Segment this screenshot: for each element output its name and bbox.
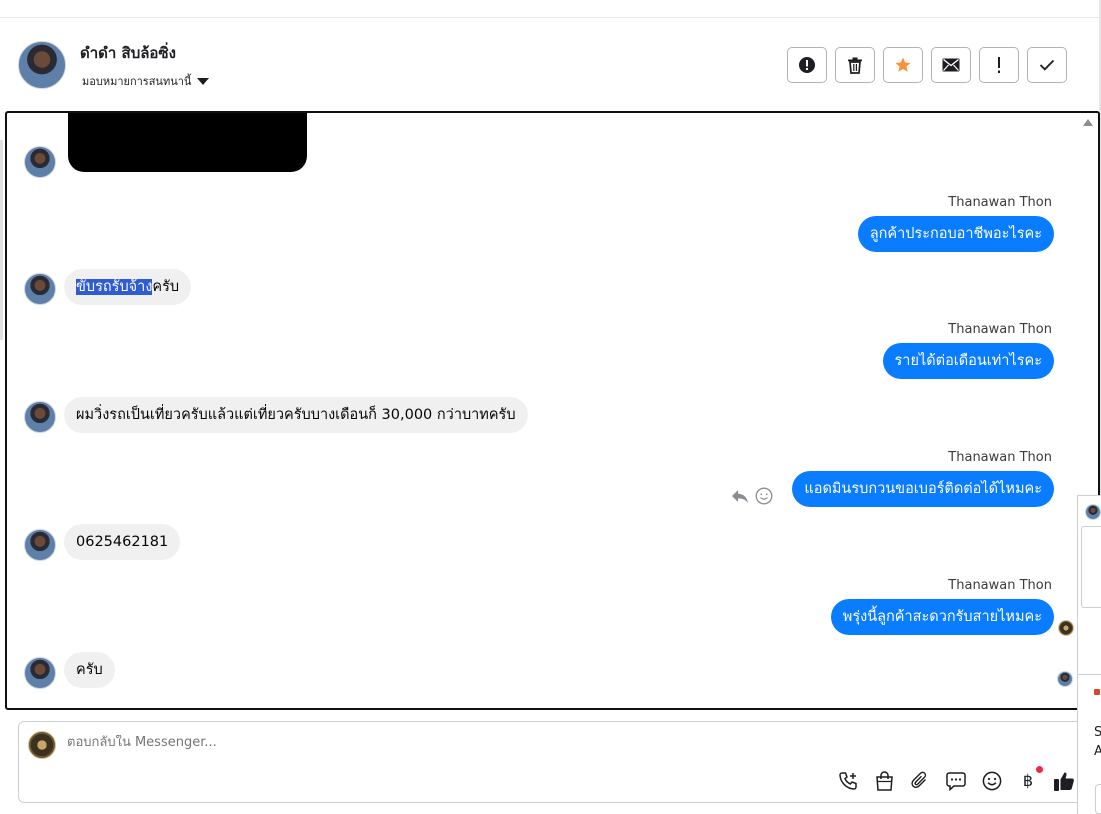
- message-hover-actions: [731, 487, 773, 505]
- conversation-header: ดำดำ สิบล้อซิ่ง มอบหมายการสนทนานี้: [0, 18, 1101, 110]
- call-button[interactable]: [837, 770, 859, 792]
- reply-icon[interactable]: [731, 489, 749, 504]
- shopping-bag-icon: [875, 771, 893, 791]
- paperclip-icon: [911, 771, 927, 788]
- caret-down-icon: [197, 77, 210, 85]
- mark-important-button[interactable]: [979, 47, 1019, 83]
- panel-card: [1081, 526, 1101, 608]
- contact-avatar-small: [24, 529, 56, 561]
- like-button[interactable]: [1053, 770, 1075, 792]
- saved-replies-button[interactable]: [945, 770, 967, 792]
- contact-avatar-small: [24, 273, 56, 305]
- contact-avatar-small: [24, 401, 56, 433]
- panel-letter-s: S: [1094, 725, 1101, 740]
- contact-name[interactable]: ดำดำ สิบล้อซิ่ง: [80, 41, 176, 65]
- thumbs-up-icon: [1054, 772, 1074, 791]
- exclamation-icon: [998, 57, 1000, 73]
- top-strip: [0, 0, 1101, 18]
- redacted-attachment: [68, 113, 307, 172]
- report-button[interactable]: [787, 47, 827, 83]
- contact-avatar-small: [24, 657, 56, 689]
- message-text: ครับ: [152, 279, 180, 295]
- sender-name: Thanawan Thon: [948, 322, 1052, 337]
- emoji-button[interactable]: [981, 770, 1003, 792]
- selected-text: ขับรถรับจ้าง: [76, 279, 153, 295]
- outgoing-message[interactable]: แอดมินรบกวนขอเบอร์ติดต่อได้ไหมคะ: [792, 471, 1054, 507]
- outgoing-message[interactable]: ลูกค้าประกอบอาชีพอะไรคะ: [857, 216, 1054, 252]
- header-actions: [787, 47, 1067, 83]
- alert-circle-icon: [799, 57, 815, 73]
- check-icon: [1039, 59, 1055, 71]
- trash-icon: [848, 57, 862, 74]
- incoming-message[interactable]: ผมวิ่งรถเป็นเที่ยวครับแล้วแต่เที่ยวครับบ…: [64, 397, 528, 433]
- attach-button[interactable]: [909, 770, 931, 792]
- incoming-message[interactable]: 0625462181: [64, 524, 181, 560]
- envelope-icon: [942, 58, 960, 72]
- panel-box: [1095, 784, 1101, 814]
- chat-bubble-icon: [946, 772, 966, 791]
- page-avatar: [28, 731, 56, 759]
- baht-icon: ฿: [1022, 771, 1034, 790]
- panel-marker: [1094, 689, 1100, 695]
- mark-done-button[interactable]: [1027, 47, 1067, 83]
- assign-label: มอบหมายการสนทนานี้: [82, 75, 192, 88]
- star-icon: [895, 57, 911, 72]
- contact-avatar[interactable]: [18, 41, 66, 89]
- reply-input[interactable]: [67, 735, 567, 750]
- sender-name: Thanawan Thon: [948, 195, 1052, 210]
- side-floating-panel[interactable]: S A: [1077, 495, 1101, 814]
- star-button[interactable]: [883, 47, 923, 83]
- message-thread[interactable]: Thanawan Thon ลูกค้าประกอบอาชีพอะไรคะ ขั…: [5, 111, 1100, 710]
- panel-avatar: [1085, 504, 1101, 520]
- delete-button[interactable]: [835, 47, 875, 83]
- outgoing-message[interactable]: พรุ่งนี้ลูกค้าสะดวกรับสายไหมคะ: [830, 599, 1054, 635]
- sender-name: Thanawan Thon: [948, 450, 1052, 465]
- page-seen-avatar: [1058, 620, 1074, 636]
- shop-button[interactable]: [873, 770, 895, 792]
- notification-dot: [1036, 766, 1043, 773]
- panel-letter-a: A: [1094, 744, 1101, 759]
- incoming-message[interactable]: ครับ: [64, 652, 115, 688]
- payment-button[interactable]: ฿: [1017, 766, 1043, 792]
- sender-name: Thanawan Thon: [948, 578, 1052, 593]
- react-smiley-icon[interactable]: [755, 487, 773, 505]
- phone-plus-icon: [838, 771, 857, 790]
- mark-unread-button[interactable]: [931, 47, 971, 83]
- panel-divider: [1078, 674, 1101, 675]
- scroll-up-arrow-icon[interactable]: [1083, 119, 1093, 126]
- incoming-message[interactable]: ขับรถรับจ้างครับ: [64, 269, 192, 305]
- left-scrollbar[interactable]: [0, 140, 3, 340]
- read-receipt-avatar: [1057, 671, 1073, 687]
- smiley-icon: [982, 771, 1002, 791]
- assign-conversation-dropdown[interactable]: มอบหมายการสนทนานี้: [82, 72, 210, 90]
- composer-toolbar: ฿: [837, 766, 1075, 792]
- contact-avatar-small: [24, 146, 56, 178]
- message-composer: ฿: [18, 721, 1088, 803]
- outgoing-message[interactable]: รายได้ต่อเดือนเท่าไรคะ: [882, 343, 1054, 379]
